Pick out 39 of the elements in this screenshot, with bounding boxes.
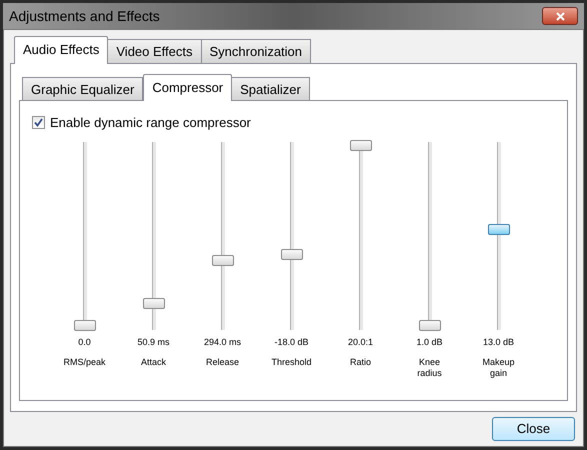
slider[interactable] [348,140,372,332]
slider-value: 0.0 [78,336,91,348]
close-icon[interactable] [542,7,578,25]
slider-value: -18.0 dB [274,336,309,348]
slider-thumb[interactable] [74,320,96,330]
slider-label: Release [204,357,240,368]
tab[interactable]: Spatializer [231,76,310,100]
slider-label: Makeup gain [481,357,516,379]
slider-label: Knee radius [416,357,443,379]
slider[interactable] [210,140,234,332]
slider-thumb[interactable] [350,140,372,150]
close-button[interactable]: Close [492,416,575,441]
slider-label: Threshold [270,357,313,368]
slider-label: Attack [140,357,167,368]
tab[interactable]: Compressor [143,74,232,101]
slider-label: RMS/peak [62,357,106,368]
slider-label: Ratio [348,357,372,368]
slider[interactable] [72,140,96,332]
tab[interactable]: Video Effects [107,39,202,62]
window-title: Adjustments and Effects [9,6,160,26]
slider[interactable] [280,140,304,332]
checkbox[interactable] [32,116,45,130]
slider[interactable] [142,140,166,332]
slider[interactable] [486,140,510,332]
slider[interactable] [418,140,442,332]
slider-thumb[interactable] [418,320,440,330]
slider-value: 294.0 ms [204,336,242,348]
slider-value: 20.0:1 [348,336,374,348]
slider-thumb[interactable] [488,224,510,236]
tab[interactable]: Synchronization [200,39,312,62]
slider-thumb[interactable] [212,254,234,266]
slider-value: 1.0 dB [416,336,443,348]
slider-value: 13.0 dB [482,336,514,348]
slider-thumb[interactable] [280,249,302,260]
slider-thumb[interactable] [142,298,164,309]
tab[interactable]: Graphic Equalizer [22,76,144,100]
checkbox-label: Enable dynamic range compressor [50,114,251,132]
tab[interactable]: Audio Effects [14,36,108,64]
slider-value: 50.9 ms [137,336,170,348]
